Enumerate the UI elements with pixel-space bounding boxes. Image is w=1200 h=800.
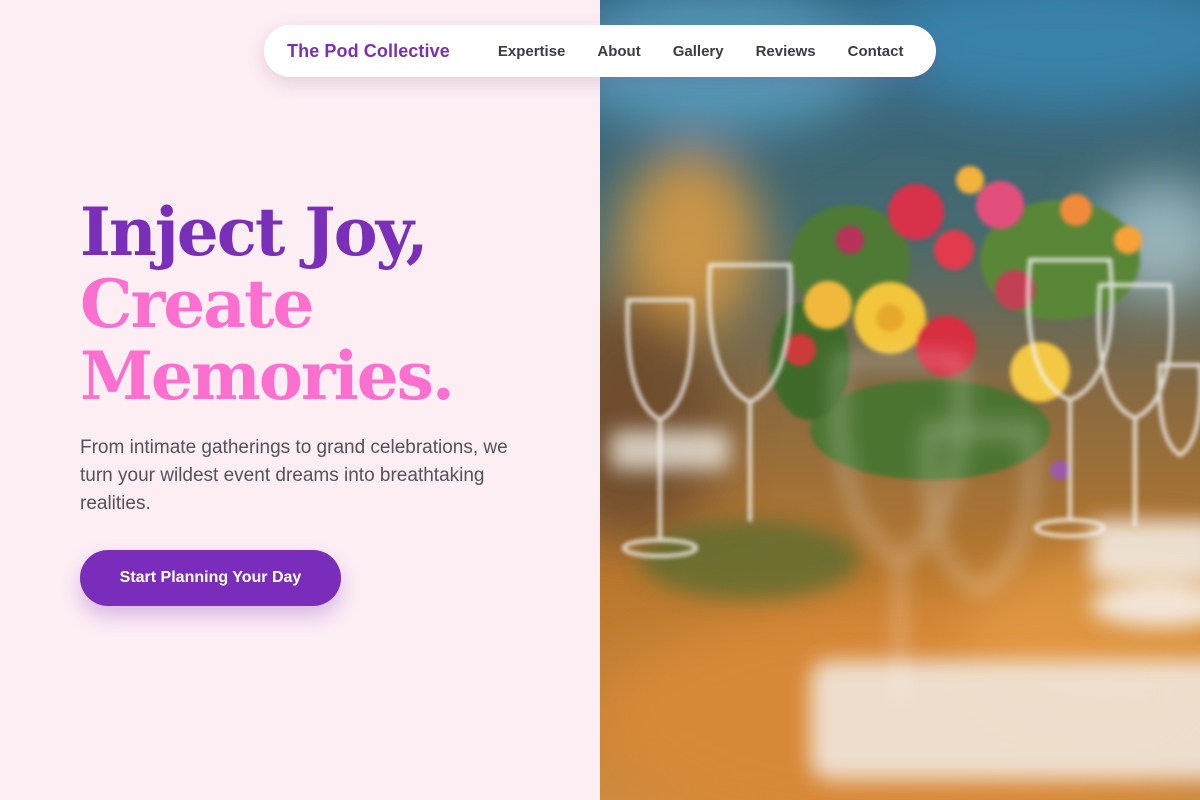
hero-headline: Inject Joy, Create Memories. <box>80 193 455 415</box>
hero-subtitle: From intimate gatherings to grand celebr… <box>80 437 508 514</box>
nav-link-about[interactable]: About <box>597 43 640 60</box>
brand-logo-text[interactable]: The Pod Collective <box>287 41 450 62</box>
nav-link-reviews[interactable]: Reviews <box>756 43 816 60</box>
hero-headline-line-2: Create <box>80 265 315 343</box>
nav-link-contact[interactable]: Contact <box>848 43 904 60</box>
hero-headline-line-3: Memories. <box>80 337 455 415</box>
hero-event-photo <box>600 0 1200 800</box>
nav-link-gallery[interactable]: Gallery <box>673 43 724 60</box>
start-planning-button[interactable]: Start Planning Your Day <box>80 550 341 606</box>
nav-links: Expertise About Gallery Reviews Contact <box>498 43 904 60</box>
top-navigation-bar: The Pod Collective Expertise About Galle… <box>264 25 936 77</box>
nav-link-expertise[interactable]: Expertise <box>498 43 566 60</box>
hero-headline-line-1: Inject Joy, <box>80 193 429 271</box>
